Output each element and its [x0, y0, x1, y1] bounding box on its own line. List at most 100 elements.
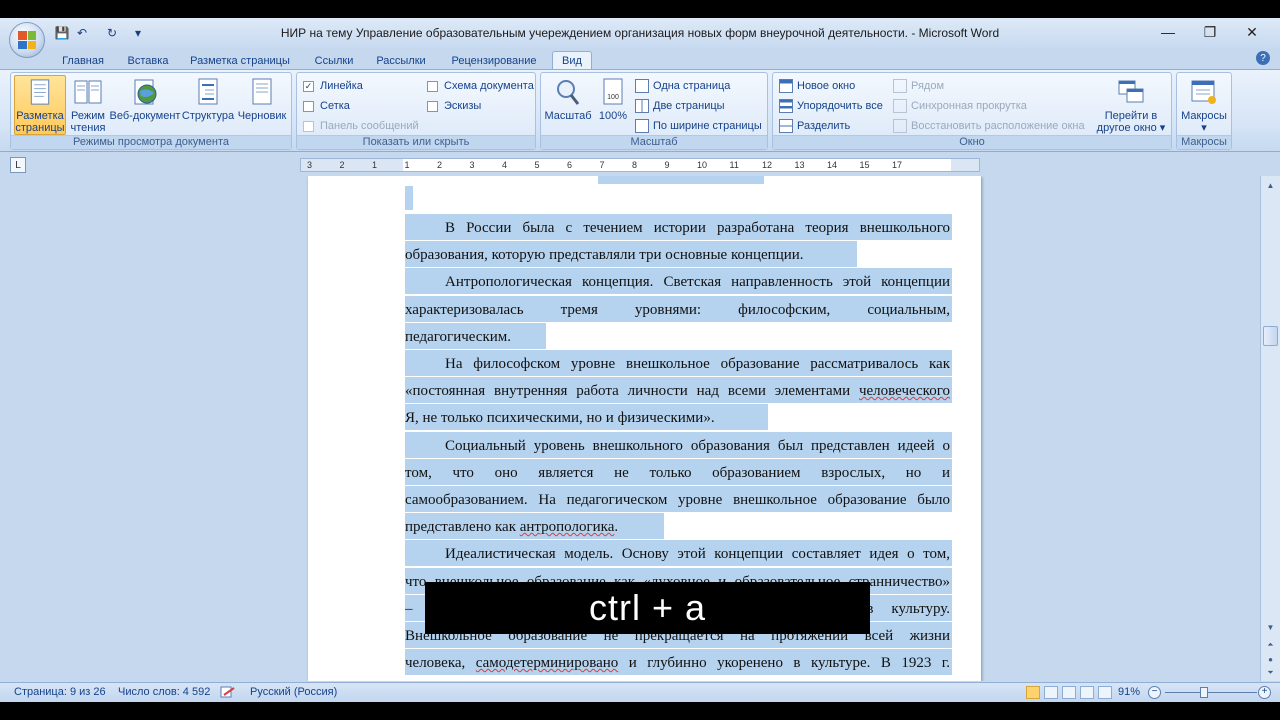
zoom-out-icon[interactable]: −: [1148, 686, 1161, 699]
ruler-number: 9: [664, 160, 670, 170]
browse-object-icon[interactable]: ●: [1263, 652, 1278, 666]
tab-view[interactable]: Вид: [552, 51, 592, 70]
horizontal-ruler[interactable]: 3 2 1 1 2 3 4 5 6 7 8 9 10 11 12 13 14 15 17: [300, 158, 980, 172]
macros-arrow-icon: ▾: [1201, 122, 1207, 134]
side-by-side-label: Рядом: [911, 80, 945, 92]
selection-highlight: [405, 186, 413, 210]
spelling-check-icon[interactable]: [220, 686, 236, 700]
paragraph-line[interactable]: человека, самодетерминировано и глубинно…: [405, 653, 950, 673]
paragraph-line[interactable]: образования, которую представляли три ос…: [405, 245, 950, 265]
minimize-button[interactable]: —: [1154, 22, 1182, 42]
page-width-button[interactable]: По ширине страницы: [635, 117, 762, 135]
two-pages-button[interactable]: Две страницы: [635, 97, 725, 115]
paragraph-line[interactable]: В России была с течением истории разрабо…: [405, 218, 950, 238]
help-icon[interactable]: ?: [1256, 51, 1270, 65]
zoom-100-label: 100%: [598, 110, 628, 122]
language-indicator[interactable]: Русский (Россия): [250, 686, 337, 698]
paragraph-line[interactable]: «постоянная внутренняя работа личности н…: [405, 381, 950, 401]
scroll-thumb[interactable]: [1263, 326, 1278, 346]
zoom-button[interactable]: Масштаб: [543, 75, 593, 135]
ruler-number: 5: [534, 160, 540, 170]
macros-button[interactable]: Макросы ▾: [1179, 75, 1229, 135]
switch-windows-button[interactable]: Перейти в другое окно ▾: [1093, 75, 1169, 135]
one-page-button[interactable]: Одна страница: [635, 77, 730, 95]
tab-selector[interactable]: L: [10, 157, 26, 173]
zoom-in-icon[interactable]: +: [1258, 686, 1271, 699]
print-layout-label: Разметка: [16, 110, 64, 122]
arrange-all-button[interactable]: Упорядочить все: [779, 97, 883, 115]
spelling-error-word[interactable]: антропологика: [520, 519, 615, 535]
doc-map-checkbox[interactable]: Схема документа: [427, 77, 534, 95]
split-icon: [779, 119, 793, 133]
reading-mode-icon: [74, 80, 102, 104]
grid-checkbox[interactable]: Сетка: [303, 97, 350, 115]
word-count[interactable]: Число слов: 4 592: [118, 686, 210, 698]
web-layout-button[interactable]: Веб-документ: [109, 75, 181, 135]
paragraph-line[interactable]: педагогическим.: [405, 327, 950, 347]
group-window: Новое окно Упорядочить все Разделить Ряд…: [772, 72, 1172, 150]
doc-map-label: Схема документа: [444, 80, 534, 92]
zoom-slider-thumb[interactable]: [1200, 687, 1208, 698]
message-bar-checkbox: Панель сообщений: [303, 117, 419, 135]
tab-mailings[interactable]: Рассылки: [372, 51, 430, 70]
zoom-level[interactable]: 91%: [1118, 686, 1140, 698]
switch-windows-icon: [1118, 80, 1144, 103]
tab-review[interactable]: Рецензирование: [446, 51, 542, 70]
thumbnails-checkbox[interactable]: Эскизы: [427, 97, 481, 115]
paragraph-line[interactable]: характеризовалась тремя уровнями: филосо…: [405, 300, 950, 320]
paragraph-line[interactable]: представлено как антропологика.: [405, 517, 950, 537]
ruler-number: 6: [567, 160, 573, 170]
paragraph-line[interactable]: Социальный уровень внешкольного образова…: [405, 436, 950, 456]
scroll-down-icon[interactable]: ▼: [1263, 620, 1278, 634]
checkbox-icon: [303, 100, 314, 112]
zoom-slider[interactable]: [1165, 692, 1257, 693]
ruler-checkbox[interactable]: ✓ Линейка: [303, 77, 363, 95]
scroll-up-icon[interactable]: ▲: [1263, 178, 1278, 192]
draft-button[interactable]: Черновик: [235, 75, 289, 135]
zoom-100-button[interactable]: 100 100%: [597, 75, 629, 135]
reset-position-icon: [893, 119, 907, 133]
restore-button[interactable]: ❐: [1196, 22, 1224, 42]
office-button[interactable]: [9, 22, 45, 58]
paragraph-line[interactable]: На философском уровне внешкольное образо…: [405, 354, 950, 374]
ribbon-view: Разметка страницы Режим чтения Веб-докум…: [0, 69, 1280, 152]
sync-scroll-button: Синхронная прокрутка: [893, 97, 1027, 115]
paragraph-line[interactable]: Идеалистическая модель. Основу этой конц…: [405, 544, 950, 564]
macros-label: Макросы: [1181, 110, 1227, 122]
split-button[interactable]: Разделить: [779, 117, 850, 135]
web-layout-label: Веб-документ: [109, 110, 181, 122]
ruler-number: 14: [827, 160, 838, 170]
web-view-icon[interactable]: [1062, 686, 1076, 699]
draft-view-icon[interactable]: [1098, 686, 1112, 699]
paragraph-line[interactable]: самообразованием. На педагогическом уров…: [405, 490, 950, 510]
new-window-button[interactable]: Новое окно: [779, 77, 855, 95]
paragraph-line[interactable]: Антропологическая концепция. Светская на…: [405, 272, 950, 292]
tab-home[interactable]: Главная: [56, 51, 110, 70]
paragraph-line[interactable]: том, что оно является не только образова…: [405, 463, 950, 483]
draft-icon: [252, 78, 272, 105]
switch-windows-label2: другое окно ▾: [1096, 122, 1166, 134]
tab-references[interactable]: Ссылки: [308, 51, 360, 70]
office-logo-icon: [18, 31, 36, 49]
reading-mode-label: Режим: [71, 110, 105, 122]
group-zoom-label: Масштаб: [541, 135, 767, 149]
full-reading-button[interactable]: Режим чтения: [69, 75, 107, 135]
next-page-icon[interactable]: ⏷: [1263, 666, 1278, 680]
print-layout-view-icon[interactable]: [1026, 686, 1040, 699]
outline-view-icon[interactable]: [1080, 686, 1094, 699]
ruler-number: 4: [502, 160, 508, 170]
page-count[interactable]: Страница: 9 из 26: [14, 686, 106, 698]
reading-view-icon[interactable]: [1044, 686, 1058, 699]
close-button[interactable]: ✕: [1238, 22, 1266, 42]
tab-page-layout[interactable]: Разметка страницы: [186, 51, 294, 70]
prev-page-icon[interactable]: ⏶: [1263, 638, 1278, 652]
ruler-label: Линейка: [320, 80, 363, 92]
ruler-number: 3: [469, 160, 475, 170]
tab-insert[interactable]: Вставка: [122, 51, 174, 70]
spelling-error-word[interactable]: человеческого: [859, 383, 950, 399]
spelling-error-word[interactable]: самодетерминировано: [476, 655, 618, 671]
paragraph-line[interactable]: Я, не только психическими, но и физическ…: [405, 408, 950, 428]
print-layout-button[interactable]: Разметка страницы: [14, 75, 66, 135]
vertical-scrollbar[interactable]: ▲ ▼ ⏶ ● ⏷: [1260, 176, 1280, 681]
outline-button[interactable]: Структура: [182, 75, 234, 135]
